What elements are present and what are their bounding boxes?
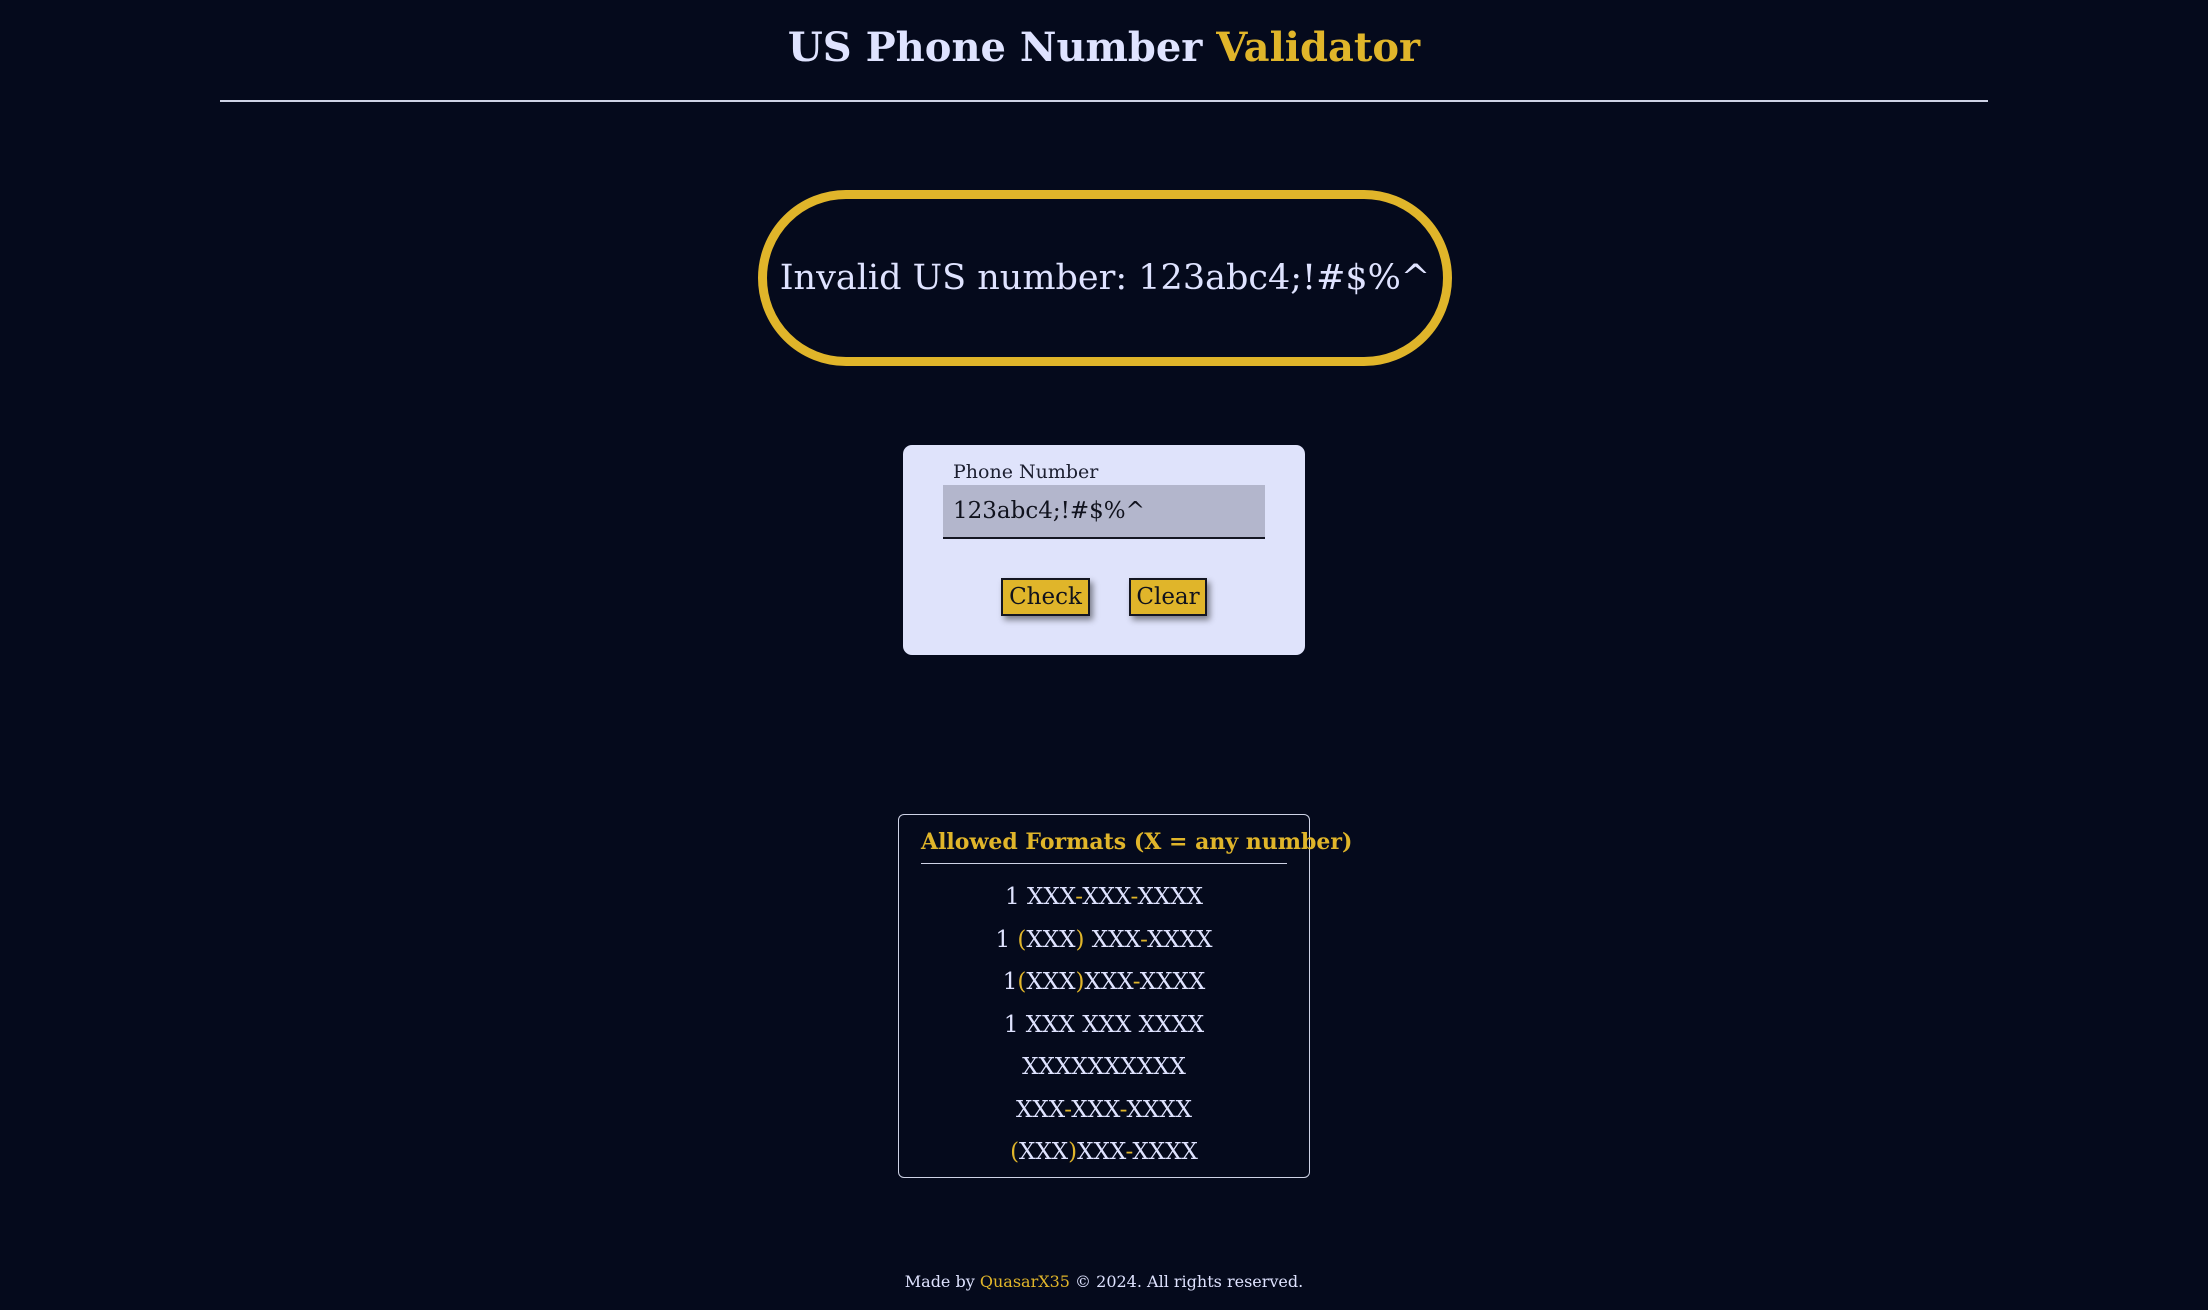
author-link[interactable]: QuasarX35 <box>980 1272 1070 1291</box>
format-part: XXX <box>1084 969 1133 995</box>
format-part: 1 XXX <box>1005 884 1076 910</box>
phone-number-input[interactable] <box>943 485 1265 539</box>
format-part: XXXX <box>1132 1139 1198 1165</box>
format-item: XXX-XXX-XXXX <box>899 1089 1309 1132</box>
footer-prefix: Made by <box>904 1272 980 1291</box>
format-item: 1(XXX)XXX-XXXX <box>899 961 1309 1004</box>
format-part: XXXX <box>1126 1096 1193 1123</box>
format-part: 1 <box>1002 969 1018 995</box>
format-part: XXX <box>1026 926 1076 953</box>
format-part: 1 XXX XXX XXXX <box>1003 1011 1205 1038</box>
result-text: Invalid US number: 123abc4;!#$%^ <box>779 258 1431 298</box>
format-part: XXX <box>1082 884 1131 910</box>
format-part: 1 <box>995 926 1018 953</box>
format-item: (XXX)XXX-XXXX <box>899 1131 1309 1174</box>
check-button[interactable]: Check <box>1001 578 1090 616</box>
format-separator: - <box>1119 1096 1127 1123</box>
format-part: XXX <box>1071 1096 1120 1123</box>
format-item: 1 XXX XXX XXXX <box>899 1004 1309 1047</box>
page-footer: Made by QuasarX35 © 2024. All rights res… <box>0 1272 2208 1291</box>
footer-suffix: © 2024. All rights reserved. <box>1069 1272 1304 1291</box>
clear-button[interactable]: Clear <box>1129 578 1207 616</box>
format-item: XXXXXXXXXX <box>899 1046 1309 1089</box>
format-part: XXX <box>1019 1139 1069 1165</box>
format-part: XXX <box>1015 1096 1065 1123</box>
phone-number-label: Phone Number <box>953 461 1099 483</box>
format-item: 1 XXX-XXX-XXXX <box>899 876 1309 919</box>
format-item: 1 (XXX) XXX-XXXX <box>899 919 1309 962</box>
format-separator: - <box>1132 969 1140 995</box>
allowed-formats-panel: Allowed Formats (X = any number) 1 XXX-X… <box>898 814 1352 1178</box>
format-part: XXXX <box>1147 926 1213 953</box>
title-main: US Phone Number <box>787 24 1203 71</box>
page-header: US Phone Number Validator <box>220 0 1988 102</box>
allowed-formats-title: Allowed Formats (X = any number) <box>921 815 1352 864</box>
format-part: XXX <box>1026 969 1076 995</box>
format-separator: ( <box>1010 1139 1020 1165</box>
allowed-formats-list: 1 XXX-XXX-XXXX 1 (XXX) XXX-XXXX 1(XXX)XXX-… <box>899 864 1309 1174</box>
result-display: Invalid US number: 123abc4;!#$%^ <box>758 190 1452 366</box>
format-separator: ) <box>1068 1139 1078 1165</box>
format-part: XXX <box>1077 1139 1126 1165</box>
format-part: XXXX <box>1139 969 1206 995</box>
title-accent: Validator <box>1216 24 1421 71</box>
format-part: XXXXXXXXXX <box>1022 1054 1186 1080</box>
format-part: XXXX <box>1137 884 1203 910</box>
phone-form: Phone Number Check Clear <box>903 445 1305 655</box>
page-title: US Phone Number Validator <box>220 0 1988 74</box>
format-part: XXX <box>1084 926 1141 953</box>
